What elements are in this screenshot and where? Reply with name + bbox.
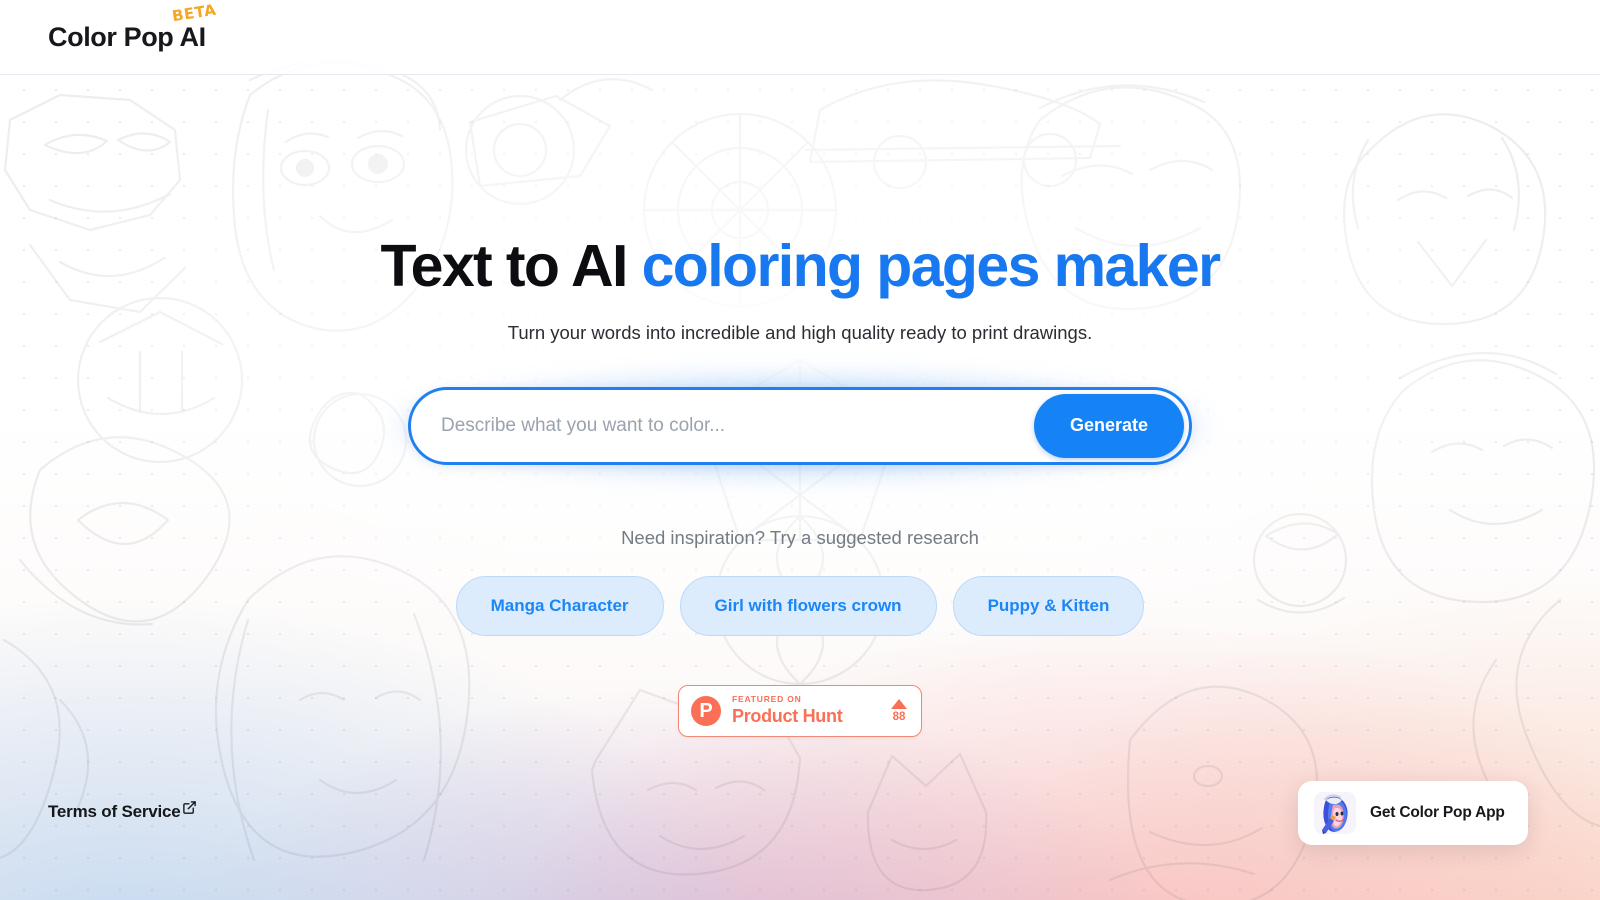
suggestion-chips: Manga Character Girl with flowers crown …: [455, 575, 1145, 636]
top-header: Color Pop AI BETA: [0, 0, 1600, 75]
prompt-input[interactable]: [441, 389, 1034, 462]
product-hunt-featured-label: FEATURED ON: [732, 694, 802, 705]
prompt-search-bar[interactable]: Generate: [408, 386, 1192, 465]
suggestion-chip-puppy-kitten[interactable]: Puppy & Kitten: [952, 575, 1145, 636]
page-title: Text to AI coloring pages maker: [380, 233, 1222, 299]
generate-button[interactable]: Generate: [1034, 393, 1184, 458]
product-hunt-texts: FEATURED ON Product Hunt: [732, 695, 891, 726]
hero-section: Text to AI coloring pages maker Turn you…: [0, 0, 1600, 900]
headline-plain-part: Text to AI: [380, 233, 629, 299]
terms-of-service-label: Terms of Service: [48, 802, 181, 821]
product-hunt-name: Product Hunt: [732, 705, 843, 726]
product-hunt-upvote-count: 88: [892, 710, 906, 723]
terms-of-service-link[interactable]: Terms of Service: [48, 800, 197, 822]
external-link-icon: [182, 800, 197, 820]
get-app-card[interactable]: Get Color Pop App: [1298, 781, 1528, 845]
app-icon: [1314, 792, 1356, 834]
suggestions-label: Need inspiration? Try a suggested resear…: [621, 526, 979, 548]
headline-accent-part: coloring pages maker: [641, 233, 1221, 299]
suggestion-chip-manga-character[interactable]: Manga Character: [455, 575, 664, 636]
brand-logo[interactable]: Color Pop AI BETA: [48, 0, 217, 52]
product-hunt-upvotes: 88: [891, 698, 907, 724]
upvote-triangle-icon: [891, 698, 907, 709]
suggestion-chip-girl-with-flowers-crown[interactable]: Girl with flowers crown: [679, 575, 937, 636]
page-subtitle: Turn your words into incredible and high…: [507, 321, 1093, 343]
beta-badge: BETA: [170, 0, 218, 25]
product-hunt-badge[interactable]: P FEATURED ON Product Hunt 88: [678, 684, 922, 737]
brand-logo-text: Color Pop AI: [48, 21, 206, 52]
page-root: Color Pop AI BETA Text to AI coloring pa…: [0, 0, 1600, 900]
prompt-search-container: Generate: [390, 368, 1210, 483]
get-app-label: Get Color Pop App: [1370, 804, 1505, 821]
product-hunt-icon: P: [691, 695, 721, 726]
